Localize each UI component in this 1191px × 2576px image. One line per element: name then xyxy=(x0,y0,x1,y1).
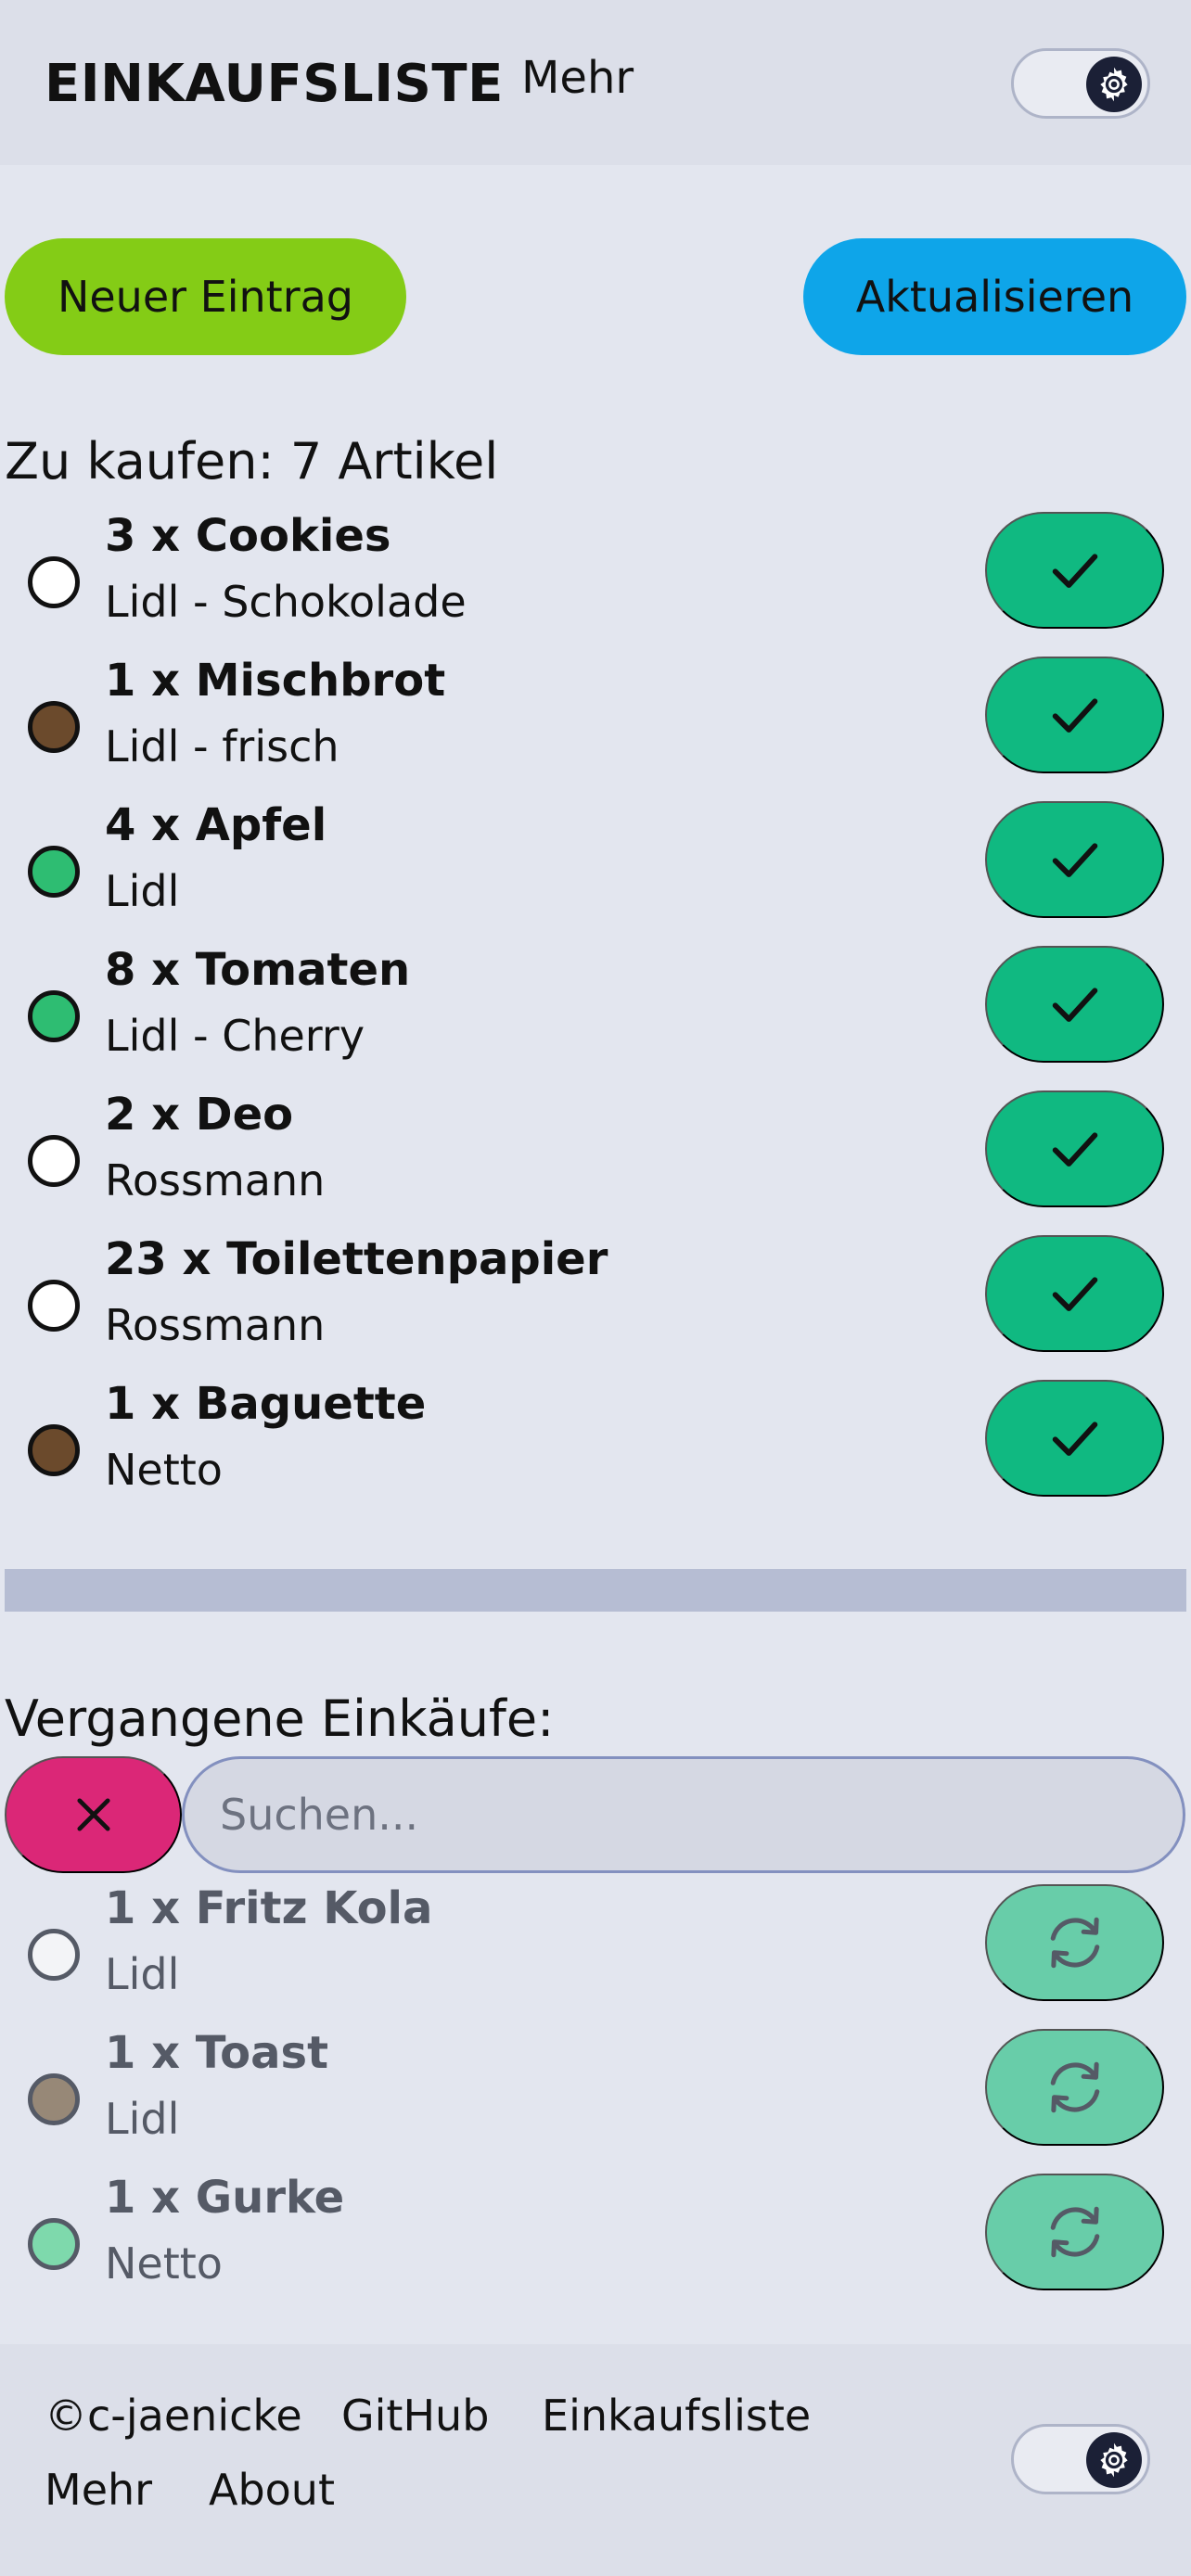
footer-link-about[interactable]: About xyxy=(209,2465,335,2515)
item-name: 1 x Baguette xyxy=(105,1378,427,1430)
section-divider xyxy=(5,1569,1186,1612)
check-button[interactable] xyxy=(985,946,1164,1063)
rebuy-button[interactable] xyxy=(985,2029,1164,2146)
top-nav: EINKAUFSLISTE Mehr xyxy=(0,0,1191,165)
item-store: Rossmann xyxy=(105,1300,326,1350)
list-item: 1 x Baguette Netto xyxy=(0,1378,1191,1517)
refresh-icon xyxy=(1050,2061,1099,2113)
item-store: Lidl - frisch xyxy=(105,721,339,772)
list-item: 2 x Deo Rossmann xyxy=(0,1089,1191,1228)
check-button[interactable] xyxy=(985,657,1164,773)
list-item: 1 x Toast Lidl xyxy=(0,2027,1191,2166)
list-item: 23 x Toilettenpapier Rossmann xyxy=(0,1233,1191,1372)
item-name: 3 x Cookies xyxy=(105,510,391,562)
item-name: 2 x Deo xyxy=(105,1089,294,1141)
close-icon xyxy=(76,1798,110,1831)
rebuy-button[interactable] xyxy=(985,2174,1164,2290)
footer-link-github[interactable]: GitHub xyxy=(341,2391,489,2441)
to-buy-title: Zu kaufen: 7 Artikel xyxy=(5,432,499,491)
list-item: 1 x Fritz Kola Lidl xyxy=(0,1882,1191,2021)
check-icon xyxy=(1052,1132,1097,1167)
item-name: 23 x Toilettenpapier xyxy=(105,1233,608,1285)
item-store: Rossmann xyxy=(105,1155,326,1205)
check-button[interactable] xyxy=(985,801,1164,918)
color-indicator xyxy=(28,1929,80,1981)
item-name: 1 x Toast xyxy=(105,2027,329,2079)
item-store: Lidl - Schokolade xyxy=(105,577,467,627)
nav-link-more[interactable]: Mehr xyxy=(521,52,634,104)
list-item: 1 x Gurke Netto xyxy=(0,2172,1191,2311)
rebuy-button[interactable] xyxy=(985,1884,1164,2001)
color-indicator xyxy=(28,1424,80,1476)
item-store: Lidl xyxy=(105,2094,180,2144)
refresh-icon xyxy=(1050,1917,1099,1969)
app-title[interactable]: EINKAUFSLISTE xyxy=(45,54,504,114)
check-button[interactable] xyxy=(985,1380,1164,1497)
settings-toggle[interactable] xyxy=(1011,48,1150,119)
refresh-button[interactable]: Aktualisieren xyxy=(803,238,1186,355)
check-icon xyxy=(1052,988,1097,1022)
color-indicator xyxy=(28,990,80,1042)
item-store: Lidl - Cherry xyxy=(105,1011,365,1061)
footer-copyright[interactable]: ©c-jaenicke xyxy=(45,2391,302,2441)
item-store: Lidl xyxy=(105,866,180,916)
color-indicator xyxy=(28,2073,80,2125)
gear-icon xyxy=(1086,2432,1142,2488)
list-item: 8 x Tomaten Lidl - Cherry xyxy=(0,944,1191,1083)
refresh-icon xyxy=(1050,2206,1099,2258)
settings-toggle-footer[interactable] xyxy=(1011,2424,1150,2494)
check-icon xyxy=(1052,554,1097,588)
check-button[interactable] xyxy=(985,512,1164,629)
item-name: 1 x Fritz Kola xyxy=(105,1882,433,1934)
color-indicator xyxy=(28,2218,80,2270)
clear-search-button[interactable] xyxy=(5,1756,182,1873)
check-icon xyxy=(1052,698,1097,733)
color-indicator xyxy=(28,1135,80,1187)
footer-link-more[interactable]: Mehr xyxy=(45,2465,152,2515)
check-button[interactable] xyxy=(985,1235,1164,1352)
footer: ©c-jaenicke GitHub Einkaufsliste Mehr Ab… xyxy=(0,2344,1191,2576)
past-purchases-title: Vergangene Einkäufe: xyxy=(5,1690,555,1748)
gear-icon xyxy=(1086,57,1142,112)
item-name: 8 x Tomaten xyxy=(105,944,411,996)
check-button[interactable] xyxy=(985,1090,1164,1207)
list-item: 1 x Mischbrot Lidl - frisch xyxy=(0,655,1191,794)
list-item: 3 x Cookies Lidl - Schokolade xyxy=(0,510,1191,649)
color-indicator xyxy=(28,1280,80,1332)
item-store: Netto xyxy=(105,1445,223,1495)
check-icon xyxy=(1052,843,1097,877)
check-icon xyxy=(1052,1277,1097,1311)
check-icon xyxy=(1052,1422,1097,1456)
item-store: Lidl xyxy=(105,1949,180,1999)
color-indicator xyxy=(28,701,80,753)
list-item: 4 x Apfel Lidl xyxy=(0,799,1191,938)
item-name: 4 x Apfel xyxy=(105,799,327,851)
color-indicator xyxy=(28,556,80,608)
new-entry-button[interactable]: Neuer Eintrag xyxy=(5,238,406,355)
footer-link-einkaufsliste[interactable]: Einkaufsliste xyxy=(542,2391,811,2441)
item-name: 1 x Gurke xyxy=(105,2172,345,2224)
search-input[interactable] xyxy=(182,1756,1185,1873)
item-name: 1 x Mischbrot xyxy=(105,655,446,707)
color-indicator xyxy=(28,846,80,898)
item-store: Netto xyxy=(105,2238,223,2289)
